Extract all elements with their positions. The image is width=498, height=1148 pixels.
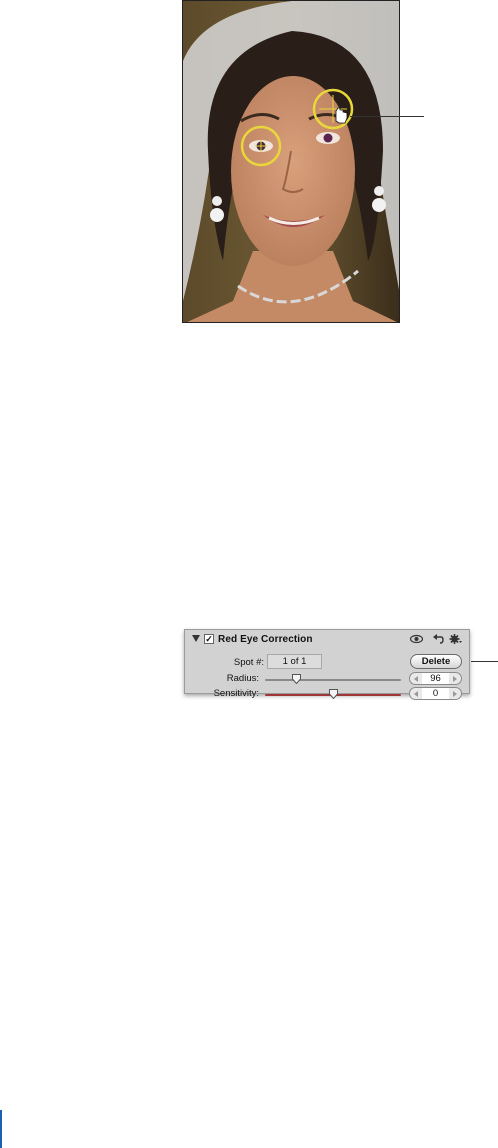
photo-canvas: [183, 1, 399, 322]
stepper-left-arrow-icon[interactable]: [414, 691, 418, 697]
callout-line-photo: [350, 116, 424, 117]
spot-field: 1 of 1: [267, 654, 322, 669]
stepper-left-arrow-icon[interactable]: [414, 676, 418, 682]
page-edge-rule: [0, 1110, 2, 1148]
enable-checkbox[interactable]: ✓: [204, 634, 214, 644]
sensitivity-label: Sensitivity:: [213, 688, 259, 699]
stepper-right-arrow-icon[interactable]: [453, 676, 457, 682]
radius-label: Radius:: [226, 673, 259, 684]
radius-slider[interactable]: [265, 679, 401, 681]
red-eye-correction-panel: ✓ Red Eye Correction Spot #: 1 of 1 Dele…: [184, 629, 470, 700]
callout-line-delete: [471, 661, 498, 662]
stepper-right-arrow-icon[interactable]: [453, 691, 457, 697]
panel-title: Red Eye Correction: [218, 634, 313, 645]
sensitivity-value[interactable]: 0: [422, 688, 449, 699]
eye-icon[interactable]: [410, 633, 423, 645]
reset-icon[interactable]: [432, 633, 445, 645]
disclosure-triangle-icon[interactable]: [192, 635, 200, 642]
sensitivity-stepper[interactable]: 0: [409, 687, 462, 700]
radius-stepper[interactable]: 96: [409, 672, 462, 685]
sensitivity-slider-thumb[interactable]: [328, 689, 338, 699]
radius-value[interactable]: 96: [422, 673, 449, 684]
radius-slider-thumb[interactable]: [291, 674, 301, 684]
spot-label: Spot #:: [233, 657, 264, 668]
gear-icon[interactable]: [449, 633, 462, 645]
red-eye-photo[interactable]: [182, 0, 400, 323]
delete-button[interactable]: Delete: [410, 654, 462, 669]
